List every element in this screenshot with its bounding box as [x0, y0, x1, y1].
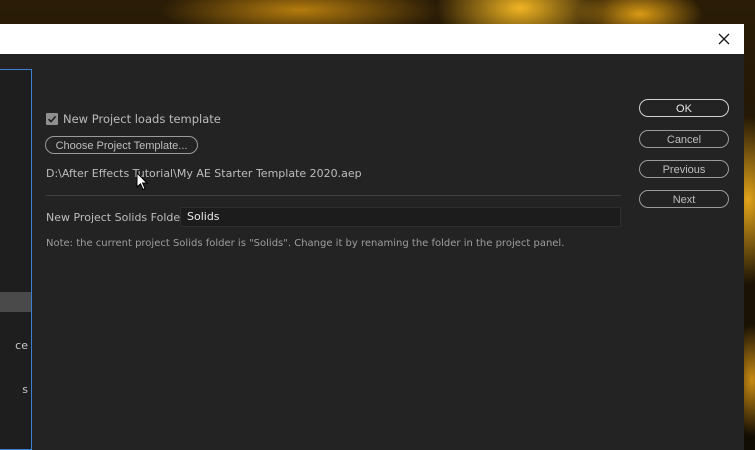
- solids-folder-label: New Project Solids Folder: [46, 211, 185, 224]
- category-item-label: ce: [15, 339, 28, 352]
- category-item[interactable]: s: [0, 380, 31, 400]
- mouse-cursor-icon: [136, 172, 149, 191]
- cancel-button[interactable]: Cancel: [639, 130, 729, 148]
- template-path: D:\After Effects Tutorial\My AE Starter …: [46, 167, 362, 180]
- ok-button[interactable]: OK: [639, 99, 729, 117]
- next-button[interactable]: Next: [639, 190, 729, 208]
- checkmark-icon: [47, 115, 57, 123]
- previous-button[interactable]: Previous: [639, 160, 729, 178]
- template-checkbox[interactable]: [46, 113, 58, 125]
- solids-folder-input[interactable]: Solids: [180, 207, 621, 227]
- template-checkbox-row[interactable]: New Project loads template: [46, 111, 221, 127]
- category-item-selected[interactable]: [0, 292, 31, 312]
- close-button[interactable]: [708, 24, 740, 54]
- solids-note: Note: the current project Solids folder …: [46, 238, 565, 249]
- template-checkbox-label: New Project loads template: [63, 112, 221, 126]
- category-list[interactable]: ce s: [0, 69, 32, 450]
- title-bar: [0, 24, 744, 54]
- preferences-dialog: ce s New Project loads template Choose P…: [0, 24, 744, 450]
- close-icon: [718, 33, 730, 45]
- category-item[interactable]: ce: [0, 336, 31, 356]
- choose-project-template-button[interactable]: Choose Project Template...: [45, 136, 198, 154]
- dialog-body: ce s New Project loads template Choose P…: [0, 54, 744, 450]
- divider: [46, 195, 621, 196]
- category-item-label: s: [22, 383, 28, 396]
